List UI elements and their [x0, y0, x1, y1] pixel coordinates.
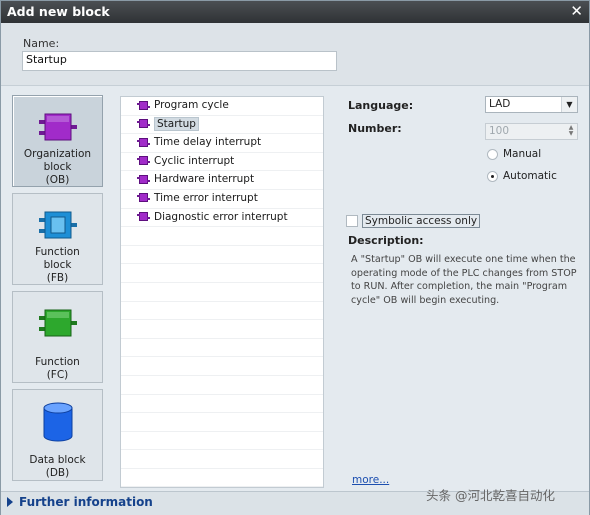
watermark-text: 头条 @河北乾喜自动化: [426, 488, 555, 503]
list-item[interactable]: Startup: [121, 116, 323, 135]
list-item: [121, 339, 323, 358]
dialog-title: Add new block: [7, 4, 110, 19]
ob-item-hardware-interrupt[interactable]: Hardware interrupt: [137, 172, 254, 186]
properties-panel: Language: LAD ▼ Number: 100 ▲ ▼ Manual Au…: [331, 91, 586, 491]
ob-mini-icon: [137, 174, 150, 184]
list-item[interactable]: Hardware interrupt: [121, 171, 323, 190]
description-label: Description:: [348, 234, 424, 247]
number-value: 100: [489, 125, 510, 137]
checkbox-box[interactable]: [346, 215, 358, 227]
db-icon: [43, 402, 72, 442]
list-item: [121, 469, 323, 487]
block-type-db-button[interactable]: Data block (DB): [12, 389, 103, 481]
list-item[interactable]: Cyclic interrupt: [121, 153, 323, 172]
ob-icon: [38, 113, 77, 141]
list-item[interactable]: Program cycle: [121, 97, 323, 116]
list-item-label: Startup: [154, 116, 199, 131]
list-item: [121, 432, 323, 451]
ob-mini-icon: [137, 119, 150, 129]
radio-automatic-label: Automatic: [503, 170, 557, 182]
list-item[interactable]: Time error interrupt: [121, 190, 323, 209]
list-item[interactable]: Time delay interrupt: [121, 134, 323, 153]
list-item: [121, 450, 323, 469]
more-link[interactable]: more...: [352, 474, 389, 486]
list-item: [121, 376, 323, 395]
list-item-label: Time error interrupt: [154, 191, 258, 204]
ob-label: Organization block (OB): [13, 148, 102, 187]
list-item: [121, 320, 323, 339]
list-item-label: Time delay interrupt: [154, 136, 262, 149]
list-item: [121, 357, 323, 376]
list-item-label: Hardware interrupt: [154, 173, 255, 186]
list-item: [121, 395, 323, 414]
description-text: A "Startup" OB will execute one time whe…: [351, 254, 577, 306]
ob-mini-icon: [137, 100, 150, 110]
radio-circle[interactable]: [487, 148, 498, 160]
fc-label-line2: (FC): [46, 369, 69, 381]
fc-icon: [38, 309, 77, 337]
ob-mini-icon: [137, 212, 150, 222]
expand-triangle-icon: [7, 497, 13, 507]
fb-label-line2: block: [43, 259, 72, 271]
list-item-label: Diagnostic error interrupt: [154, 210, 288, 223]
ob-item-time-delay-interrupt[interactable]: Time delay interrupt: [137, 135, 261, 149]
language-select[interactable]: LAD ▼: [485, 96, 578, 113]
language-value: LAD: [489, 98, 511, 110]
block-type-ob-button[interactable]: Organization block (OB): [12, 95, 103, 187]
number-label: Number:: [348, 122, 402, 135]
ob-label-line2: block: [43, 161, 72, 173]
fb-label-line3: (FB): [46, 272, 69, 284]
further-information-toggle[interactable]: Further information: [7, 495, 153, 509]
list-item: [121, 246, 323, 265]
name-area: Name: Startup: [1, 23, 589, 86]
ob-label-line1: Organization: [23, 148, 92, 160]
ob-item-cyclic-interrupt[interactable]: Cyclic interrupt: [137, 154, 234, 168]
list-item[interactable]: Diagnostic error interrupt: [121, 209, 323, 228]
close-icon[interactable]: ✕: [570, 2, 583, 20]
fb-label: Function block (FB): [13, 246, 102, 285]
chevron-down-icon[interactable]: ▼: [561, 97, 577, 112]
symbolic-access-checkbox[interactable]: Symbolic access only: [346, 214, 481, 228]
fb-label-line1: Function: [35, 246, 80, 258]
symbolic-access-label: Symbolic access only: [362, 214, 481, 228]
block-type-panel: Organization block (OB) Function block (…: [9, 91, 107, 487]
block-type-fb-button[interactable]: Function block (FB): [12, 193, 103, 285]
list-item-label: Program cycle: [154, 99, 229, 111]
list-item: [121, 264, 323, 283]
further-information-label: Further information: [19, 495, 153, 509]
ob-item-startup[interactable]: Startup: [137, 116, 199, 131]
ob-mini-icon: [137, 156, 150, 166]
ob-label-line3: (OB): [45, 174, 70, 186]
db-label-line1: Data block: [29, 454, 86, 466]
fc-label: Function (FC): [13, 356, 102, 382]
ob-item-time-error-interrupt[interactable]: Time error interrupt: [137, 191, 258, 205]
ob-mini-icon: [137, 193, 150, 203]
ob-item-diagnostic-error-interrupt[interactable]: Diagnostic error interrupt: [137, 210, 288, 224]
radio-circle-selected[interactable]: [487, 170, 498, 182]
list-item: [121, 487, 323, 488]
ob-mini-icon: [137, 137, 150, 147]
spinner-icon[interactable]: ▲ ▼: [566, 125, 576, 138]
list-item-label: Cyclic interrupt: [154, 154, 235, 167]
list-item: [121, 302, 323, 321]
name-input[interactable]: Startup: [22, 51, 337, 71]
add-new-block-dialog: Add new block ✕ Name: Startup Organizati…: [0, 0, 590, 515]
radio-manual-label: Manual: [503, 148, 542, 160]
db-label: Data block (DB): [13, 454, 102, 480]
block-type-fc-button[interactable]: Function (FC): [12, 291, 103, 383]
fb-icon: [38, 211, 77, 239]
db-label-line2: (DB): [45, 467, 70, 479]
ob-type-list[interactable]: Program cycle Startup Time delay interru…: [120, 96, 324, 488]
language-label: Language:: [348, 99, 414, 112]
number-input[interactable]: 100 ▲ ▼: [485, 123, 578, 140]
list-item: [121, 413, 323, 432]
ob-item-program-cycle[interactable]: Program cycle: [137, 98, 229, 112]
title-bar: Add new block ✕: [1, 1, 589, 23]
list-item: [121, 283, 323, 302]
radio-manual[interactable]: Manual: [487, 148, 541, 160]
list-item: [121, 227, 323, 246]
name-label: Name:: [23, 37, 60, 50]
radio-automatic[interactable]: Automatic: [487, 170, 557, 182]
fc-label-line1: Function: [35, 356, 80, 368]
